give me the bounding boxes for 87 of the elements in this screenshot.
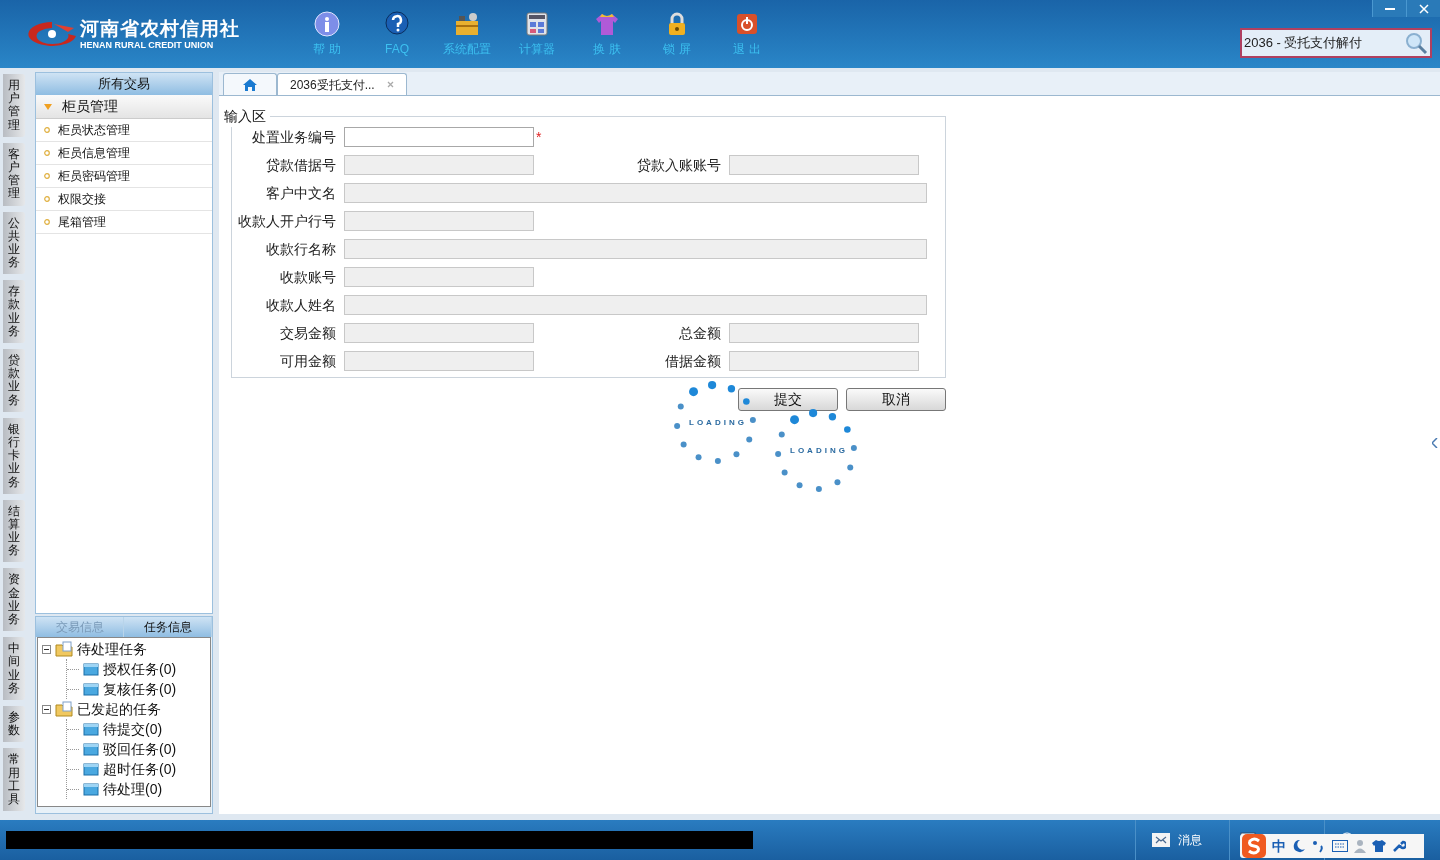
collapse-icon[interactable]	[42, 644, 51, 654]
field-label: 借据金额	[664, 351, 722, 371]
side-tab[interactable]: 用户管理	[3, 74, 25, 137]
field-label: 贷款入账账号	[636, 155, 722, 175]
home-icon	[242, 77, 258, 92]
home-tab[interactable]	[223, 73, 277, 95]
moon-icon[interactable]	[1292, 839, 1306, 853]
message-button[interactable]: 消息	[1135, 820, 1229, 860]
punctuation-icon[interactable]	[1312, 839, 1326, 853]
bullet-icon	[44, 127, 50, 133]
menu-item[interactable]: 柜员密码管理	[36, 165, 212, 188]
tree-item[interactable]: 授权任务(0)	[103, 658, 177, 680]
document-tab[interactable]: 2036受托支付...	[277, 73, 407, 95]
tree-item[interactable]: 复核任务(0)	[103, 678, 177, 700]
required-mark: *	[536, 127, 542, 147]
tree-item[interactable]: 待处理任务	[77, 638, 147, 660]
group-title: 输入区	[224, 107, 267, 126]
envelope-icon	[1152, 833, 1170, 847]
field-label: 客户中文名	[265, 183, 337, 203]
menu-group[interactable]: 柜员管理	[36, 95, 212, 119]
folder-icon	[83, 682, 99, 696]
bullet-icon	[44, 196, 50, 202]
minimize-icon	[1384, 7, 1395, 10]
info-icon	[314, 10, 340, 37]
help-icon	[384, 10, 410, 37]
form-button[interactable]: 取消	[846, 388, 946, 411]
side-tab[interactable]: 结算业务	[3, 499, 25, 563]
side-tab[interactable]: 银行卡业务	[3, 417, 25, 494]
folder-icon	[83, 722, 99, 736]
side-tab[interactable]: 存款业务	[3, 280, 25, 343]
bullet-icon	[44, 150, 50, 156]
field-label: 交易金额	[279, 323, 337, 343]
field-label: 收款人开户行号	[237, 211, 337, 231]
field-label: 贷款借据号	[265, 155, 337, 175]
folder-icon	[83, 762, 99, 776]
logo-title: 河南省农村信用社	[80, 18, 240, 40]
menu-title: 所有交易	[98, 75, 150, 94]
user-icon[interactable]	[1354, 839, 1366, 853]
tree-item[interactable]: 已发起的任务	[77, 698, 161, 720]
field-label: 收款账号	[279, 267, 337, 287]
folder-icon	[83, 782, 99, 796]
bullet-icon	[44, 219, 50, 225]
keyboard-icon[interactable]	[1332, 840, 1348, 852]
bullet-icon	[44, 173, 50, 179]
side-tab[interactable]: 公共业务	[3, 211, 25, 275]
menu-item[interactable]: 柜员状态管理	[36, 119, 212, 142]
tree-item[interactable]: 待处理(0)	[103, 778, 163, 800]
ime-logo-icon[interactable]	[1242, 834, 1266, 858]
folder-icon	[83, 662, 99, 676]
shirt-icon[interactable]	[1372, 839, 1386, 853]
close-button[interactable]	[1406, 0, 1440, 17]
wrench-icon[interactable]	[1392, 839, 1406, 853]
tree-item[interactable]: 驳回任务(0)	[103, 738, 177, 760]
minimize-button[interactable]	[1372, 0, 1406, 17]
search-icon	[1404, 31, 1428, 55]
folder-icon	[55, 641, 73, 657]
tree-item[interactable]: 待提交(0)	[103, 718, 163, 740]
close-icon	[1418, 3, 1429, 14]
field-label: 可用金额	[279, 351, 337, 371]
caret-down-icon	[44, 103, 52, 110]
side-tab[interactable]: 资金业务	[3, 568, 25, 632]
field-label: 总金额	[678, 323, 722, 343]
side-tab[interactable]: 贷款业务	[3, 349, 25, 412]
tree-item[interactable]: 超时任务(0)	[103, 758, 177, 780]
side-tab[interactable]: 参数	[3, 705, 25, 743]
folder-icon	[55, 701, 73, 717]
search-field[interactable]: 2036 - 受托支付解付	[1240, 28, 1432, 58]
loading-text: LOADING	[689, 417, 747, 429]
ime-mode[interactable]: 中	[1272, 835, 1286, 857]
form-button[interactable]: 提交	[738, 388, 838, 411]
calculator-icon	[524, 10, 550, 37]
side-tab[interactable]: 中间业务	[3, 637, 25, 700]
close-icon	[386, 81, 394, 88]
menu-item[interactable]: 权限交接	[36, 188, 212, 211]
side-tab[interactable]: 客户管理	[3, 142, 25, 206]
menu-item[interactable]: 柜员信息管理	[36, 142, 212, 165]
field-label: 处置业务编号	[251, 127, 337, 147]
folder-icon	[83, 742, 99, 756]
loading-text: LOADING	[790, 445, 848, 457]
field-label: 收款人姓名	[265, 295, 337, 315]
toolbox-icon	[454, 10, 480, 37]
input-field[interactable]	[344, 127, 534, 147]
menu-item[interactable]: 尾箱管理	[36, 211, 212, 234]
collapse-icon[interactable]	[42, 704, 51, 714]
field-label: 收款行名称	[265, 239, 337, 259]
logo-subtitle: HENAN RURAL CREDIT UNION	[80, 40, 215, 50]
side-tab[interactable]: 常用工具	[3, 748, 25, 812]
